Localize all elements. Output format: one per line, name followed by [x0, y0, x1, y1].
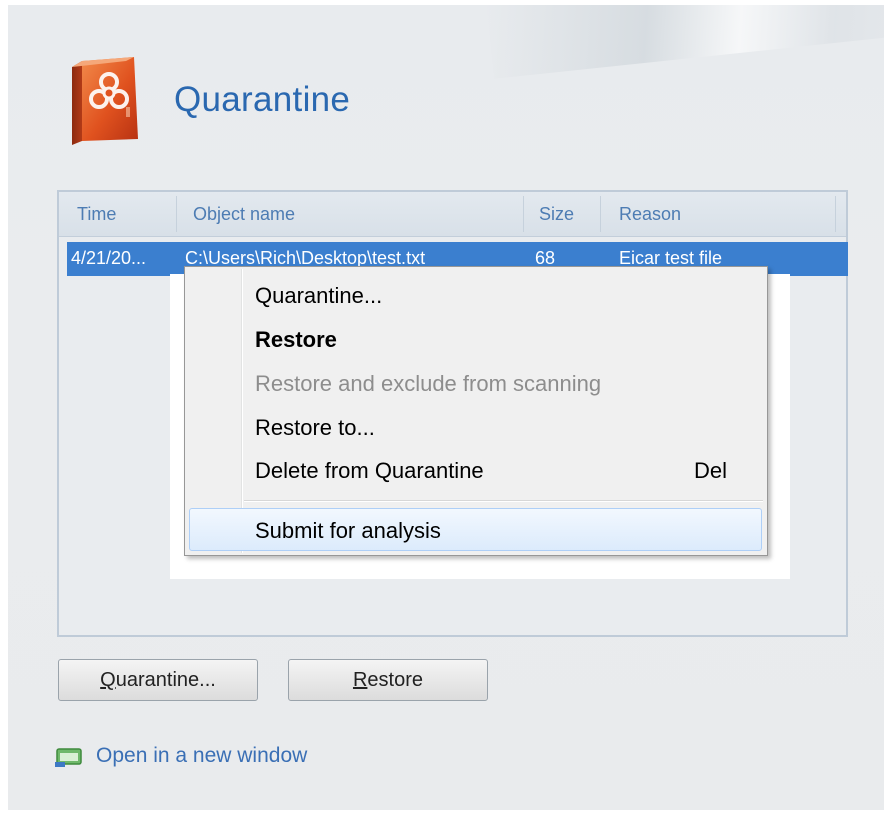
column-divider[interactable]	[835, 196, 836, 232]
column-header-reason[interactable]: Reason	[619, 192, 681, 236]
button-mnemonic: Q	[100, 669, 116, 691]
menu-shortcut-delete: Del	[693, 458, 727, 483]
menu-item-quarantine[interactable]: Quarantine...	[255, 283, 382, 309]
context-menu: Quarantine... Restore Restore and exclud…	[184, 266, 768, 556]
column-header-time[interactable]: Time	[77, 192, 116, 236]
column-divider[interactable]	[600, 196, 601, 232]
page-title: Quarantine	[174, 80, 351, 119]
menu-item-restore[interactable]: Restore	[255, 327, 337, 353]
biohazard-box-icon	[72, 57, 138, 145]
column-divider[interactable]	[176, 196, 177, 232]
decorative-swoosh	[484, 5, 884, 79]
new-window-icon	[55, 748, 82, 767]
button-label: uarantine...	[115, 669, 216, 691]
menu-item-restore-exclude: Restore and exclude from scanning	[255, 371, 602, 396]
column-header-size[interactable]: Size	[539, 192, 574, 236]
button-mnemonic: R	[352, 669, 368, 691]
quarantine-button[interactable]: Quarantine...	[58, 659, 258, 701]
column-divider[interactable]	[523, 196, 524, 232]
menu-item-restore-to[interactable]: Restore to...	[255, 415, 375, 441]
menu-item-delete[interactable]: Delete from Quarantine	[255, 458, 484, 484]
restore-button[interactable]: Restore	[288, 659, 488, 701]
cell-time: 4/21/20...	[71, 248, 147, 268]
list-header: Time Object name Size Reason	[59, 192, 846, 237]
column-header-object-name[interactable]: Object name	[193, 192, 295, 236]
button-label: estore	[367, 669, 424, 691]
open-new-window-label: Open in a new window	[96, 744, 308, 767]
menu-item-submit-analysis[interactable]: Submit for analysis	[255, 518, 441, 544]
menu-separator	[244, 500, 763, 502]
